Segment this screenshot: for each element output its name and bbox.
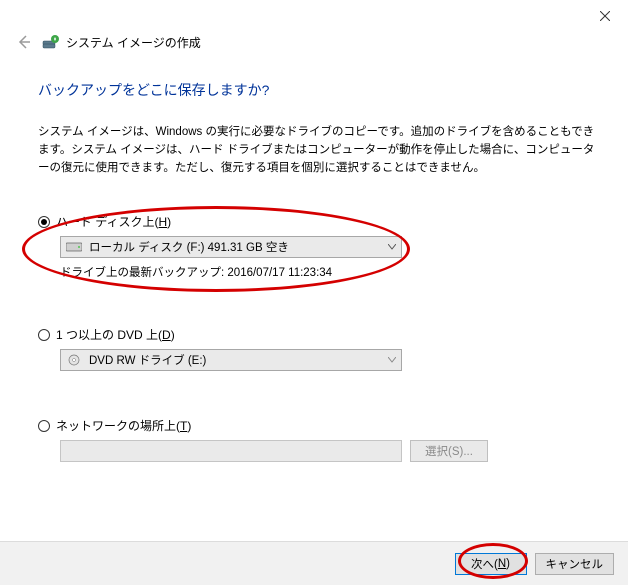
radio-dvd[interactable] bbox=[38, 329, 50, 341]
network-path-input[interactable] bbox=[60, 440, 402, 462]
option-dvd-radio-row[interactable]: 1 つ以上の DVD 上(D) bbox=[38, 326, 600, 343]
cancel-button[interactable]: キャンセル bbox=[535, 553, 615, 575]
option-network-radio-row[interactable]: ネットワークの場所上(T) bbox=[38, 417, 600, 434]
option-hdd-radio-row[interactable]: ハード ディスク上(H) bbox=[38, 213, 600, 230]
dvd-drive-dropdown[interactable]: DVD RW ドライブ (E:) bbox=[60, 349, 402, 371]
hdd-drive-dropdown[interactable]: ローカル ディスク (F:) 491.31 GB 空き bbox=[60, 236, 402, 258]
option-network: ネットワークの場所上(T) 選択(S)... bbox=[38, 417, 600, 462]
dvd-icon bbox=[65, 353, 83, 367]
close-button[interactable] bbox=[588, 4, 622, 28]
back-arrow-icon bbox=[16, 34, 32, 50]
back-button[interactable] bbox=[14, 32, 34, 52]
radio-hdd[interactable] bbox=[38, 216, 50, 228]
chevron-down-icon bbox=[383, 350, 401, 370]
hdd-dropdown-value: ローカル ディスク (F:) 491.31 GB 空き bbox=[89, 239, 383, 255]
wizard-title: システム イメージの作成 bbox=[66, 34, 201, 51]
next-button[interactable]: 次へ(N) bbox=[455, 553, 527, 575]
option-dvd-label: 1 つ以上の DVD 上(D) bbox=[56, 326, 175, 343]
close-icon bbox=[600, 11, 610, 21]
dvd-dropdown-value: DVD RW ドライブ (E:) bbox=[89, 352, 383, 368]
page-heading: バックアップをどこに保存しますか? bbox=[38, 80, 600, 100]
option-hdd-label: ハード ディスク上(H) bbox=[56, 213, 171, 230]
wizard-icon bbox=[42, 33, 60, 51]
option-hdd: ハード ディスク上(H) ローカル ディスク (F:) 491.31 GB 空き… bbox=[38, 213, 600, 280]
chevron-down-icon bbox=[383, 237, 401, 257]
browse-button[interactable]: 選択(S)... bbox=[410, 440, 488, 462]
page-description: システム イメージは、Windows の実行に必要なドライブのコピーです。追加の… bbox=[38, 124, 600, 177]
hdd-last-backup: ドライブ上の最新バックアップ: 2016/07/17 11:23:34 bbox=[60, 264, 600, 280]
radio-network[interactable] bbox=[38, 420, 50, 432]
option-network-label: ネットワークの場所上(T) bbox=[56, 417, 191, 434]
option-dvd: 1 つ以上の DVD 上(D) DVD RW ドライブ (E:) bbox=[38, 326, 600, 371]
footer: 次へ(N) キャンセル bbox=[0, 541, 628, 585]
hdd-icon bbox=[65, 240, 83, 254]
